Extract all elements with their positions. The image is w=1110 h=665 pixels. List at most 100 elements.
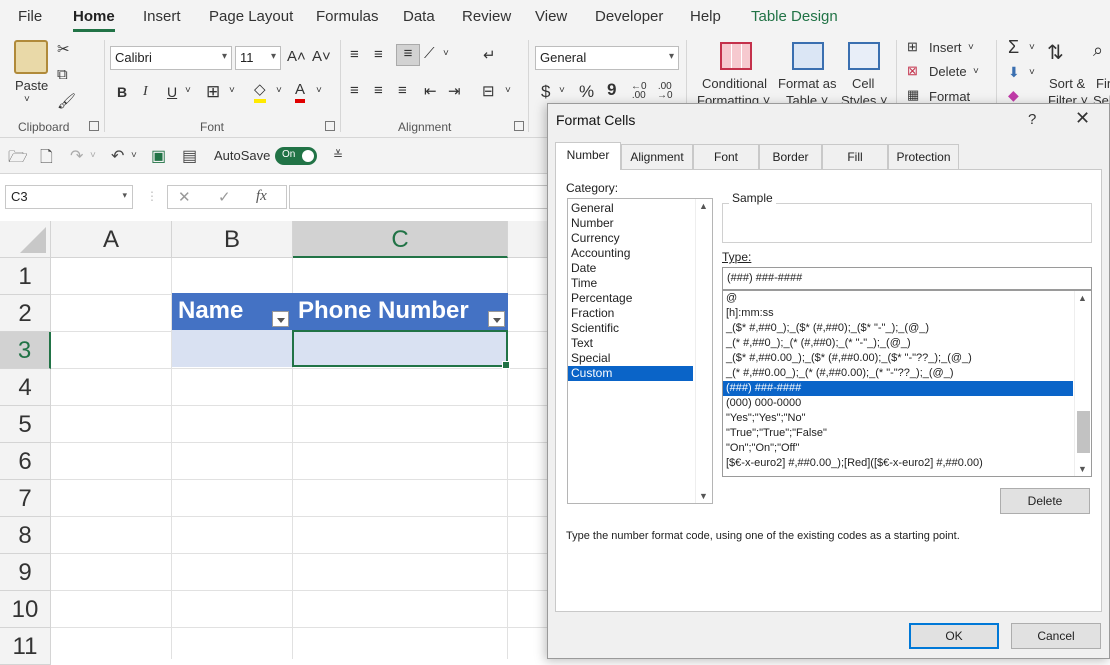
increase-indent-icon[interactable]: ⇥ — [448, 82, 461, 100]
tab-border[interactable]: Border — [759, 144, 822, 169]
fill-color-icon[interactable]: ◇ — [254, 81, 266, 103]
chevron-down-icon[interactable]: ˅ — [24, 94, 30, 105]
clear-icon[interactable]: ◆ — [1008, 87, 1019, 104]
row-header-3[interactable]: 3 — [0, 332, 51, 369]
align-right-icon[interactable]: ≡ — [398, 82, 407, 99]
tab-formulas[interactable]: Formulas — [316, 8, 379, 25]
align-bottom-icon[interactable]: ≡ — [396, 44, 420, 66]
tab-fill[interactable]: Fill — [822, 144, 888, 169]
delete-button[interactable]: Delete — [929, 64, 967, 79]
format-item-selected[interactable]: (###) ###-#### — [723, 381, 1073, 396]
format-item[interactable]: (000) 000-0000 — [723, 396, 1073, 411]
enter-icon[interactable]: ✓ — [218, 188, 231, 206]
number-format-select[interactable]: General ▾ — [535, 46, 679, 70]
delete-cells-icon[interactable]: ⊠ — [907, 63, 918, 79]
chevron-down-icon[interactable]: ˅ — [229, 85, 235, 96]
help-icon[interactable]: ? — [1028, 111, 1036, 128]
scrollbar-thumb[interactable] — [1077, 411, 1090, 453]
table-cell-b3[interactable] — [172, 330, 292, 367]
category-item[interactable]: Number — [568, 216, 693, 231]
column-header-a[interactable]: A — [51, 221, 172, 258]
format-button[interactable]: Format — [929, 89, 970, 101]
tab-font[interactable]: Font — [693, 144, 759, 169]
active-cell-c3[interactable] — [292, 330, 510, 369]
font-size-select[interactable]: 11 ▾ — [235, 46, 281, 70]
cancel-button[interactable]: Cancel — [1011, 623, 1101, 649]
tab-alignment[interactable]: Alignment — [621, 144, 693, 169]
font-color-button[interactable]: A — [295, 81, 306, 103]
grow-font-button[interactable]: A˄ — [287, 48, 306, 65]
category-item[interactable]: Time — [568, 276, 693, 291]
align-left-icon[interactable]: ≡ — [350, 82, 359, 99]
format-list-scrollbar[interactable]: ▲ ▼ — [1074, 291, 1091, 476]
format-item[interactable]: _(* #,##0.00_);_(* (#,##0.00);_(* "-"??_… — [723, 366, 1073, 381]
tab-view[interactable]: View — [535, 8, 567, 25]
format-painter-icon[interactable]: 🖌 — [57, 92, 76, 110]
cell-styles-icon[interactable] — [848, 42, 880, 70]
copy-icon[interactable]: ⧉ — [57, 66, 68, 83]
insert-cells-icon[interactable]: ⊞ — [907, 39, 918, 55]
category-list[interactable]: General Number Currency Accounting Date … — [567, 198, 713, 504]
conditional-formatting-icon[interactable] — [720, 42, 752, 70]
insert-button[interactable]: Insert — [929, 40, 962, 55]
shrink-font-button[interactable]: A˅ — [312, 48, 331, 65]
tab-help[interactable]: Help — [690, 8, 721, 25]
chevron-down-icon[interactable]: ˅ — [1029, 67, 1035, 78]
filter-dropdown-icon[interactable] — [272, 311, 289, 327]
tab-page-layout[interactable]: Page Layout — [209, 8, 293, 25]
chevron-down-icon[interactable]: ˅ — [316, 85, 322, 96]
tab-table-design[interactable]: Table Design — [751, 8, 838, 25]
format-code-list[interactable]: @ [h]:mm:ss _($* #,##0_);_($* (#,##0);_(… — [722, 290, 1092, 477]
comma-style-button[interactable]: 9 — [607, 80, 616, 100]
chevron-down-icon[interactable]: ˅ — [1029, 42, 1035, 53]
tab-data[interactable]: Data — [403, 8, 435, 25]
name-box[interactable]: C3 ▾ — [5, 185, 133, 209]
save-icon[interactable]: ▣ — [151, 146, 166, 166]
chevron-down-icon[interactable]: ˅ — [90, 150, 96, 161]
print-preview-icon[interactable]: ▤ — [182, 146, 197, 166]
tab-number[interactable]: Number — [555, 142, 621, 170]
undo-icon[interactable]: ↶ — [111, 146, 124, 166]
category-item[interactable]: General — [568, 201, 693, 216]
wrap-text-icon[interactable]: ↵ — [483, 46, 496, 64]
decrease-indent-icon[interactable]: ⇤ — [424, 82, 437, 100]
borders-icon[interactable]: ⊞ — [206, 82, 220, 102]
insert-function-icon[interactable]: fx — [256, 188, 267, 205]
row-header-7[interactable]: 7 — [0, 480, 51, 517]
chevron-down-icon[interactable]: ˅ — [559, 85, 565, 96]
close-icon[interactable]: ✕ — [1075, 108, 1090, 129]
chevron-down-icon[interactable]: ˅ — [276, 85, 282, 96]
format-item[interactable]: _(* #,##0_);_(* (#,##0);_(* "-"_);_(@_) — [723, 336, 1073, 351]
merge-center-icon[interactable]: ⊟ — [482, 82, 495, 100]
chevron-down-icon[interactable]: ˅ — [443, 48, 449, 59]
category-item[interactable]: Text — [568, 336, 693, 351]
category-item-selected[interactable]: Custom — [568, 366, 693, 381]
tab-file[interactable]: File — [18, 8, 42, 25]
row-header-9[interactable]: 9 — [0, 554, 51, 591]
decrease-decimal-icon[interactable]: .00 →0 — [657, 82, 673, 101]
tab-protection[interactable]: Protection — [888, 144, 959, 169]
format-as-table-icon[interactable] — [792, 42, 824, 70]
delete-format-button[interactable]: Delete — [1000, 488, 1090, 514]
tab-developer[interactable]: Developer — [595, 8, 663, 25]
cell-styles-button[interactable]: Cell — [852, 76, 874, 91]
paste-button[interactable]: Paste — [15, 78, 48, 93]
category-item[interactable]: Date — [568, 261, 693, 276]
chevron-down-icon[interactable]: ˅ — [131, 150, 137, 161]
autosum-icon[interactable]: Σ — [1008, 37, 1019, 58]
currency-button[interactable]: $ — [541, 82, 550, 102]
open-folder-icon[interactable]: 🗁 — [8, 146, 28, 173]
row-header-5[interactable]: 5 — [0, 406, 51, 443]
percent-button[interactable]: % — [579, 82, 594, 102]
table-header-name[interactable]: Name — [172, 293, 292, 330]
row-header-11[interactable]: 11 — [0, 628, 51, 665]
redo-icon[interactable]: ↷ — [70, 146, 83, 166]
format-item[interactable]: _($* #,##0.00_);_($* (#,##0.00);_($* "-"… — [723, 351, 1073, 366]
cancel-icon[interactable]: ✕ — [178, 188, 191, 206]
category-scrollbar[interactable]: ▲ ▼ — [695, 199, 712, 503]
align-center-icon[interactable]: ≡ — [374, 82, 383, 99]
alignment-launcher-icon[interactable] — [514, 121, 524, 131]
chevron-down-icon[interactable]: ˅ — [505, 85, 511, 96]
column-header-c[interactable]: C — [293, 221, 508, 258]
format-item[interactable]: "On";"On";"Off" — [723, 441, 1073, 456]
